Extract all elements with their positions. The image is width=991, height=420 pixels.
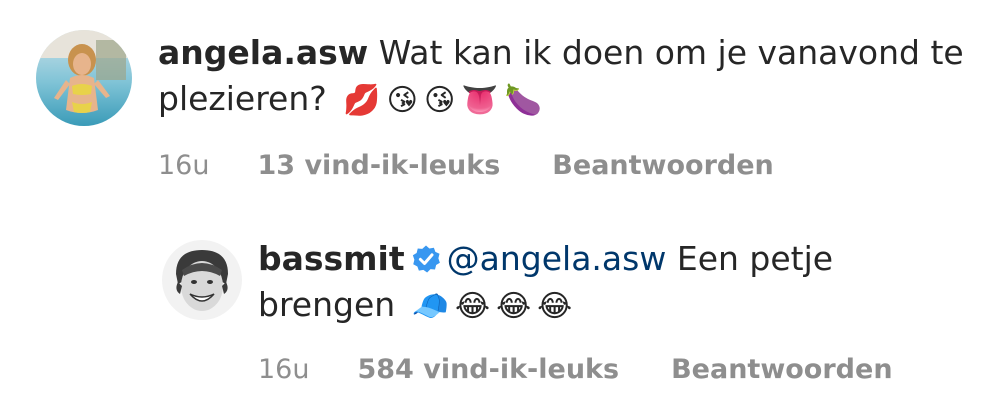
avatar[interactable] <box>36 30 132 126</box>
face-blowing-kiss-icon: 😘 <box>386 83 418 118</box>
face-blowing-kiss-icon: 😘 <box>423 83 456 118</box>
face-with-tears-of-joy-icon: 😂 <box>496 289 532 324</box>
comment-text: bassmit @angela.asw Een petje brengen 🧢 😂… <box>258 236 977 330</box>
comment-meta: 16u 13 vind-ik-leuks Beantwoorden <box>158 150 976 181</box>
reply-button[interactable]: Beantwoorden <box>671 354 892 385</box>
likes-count[interactable]: 13 vind-ik-leuks <box>257 150 500 181</box>
reply-comment-item: bassmit @angela.asw Een petje brengen 🧢 😂… <box>162 236 977 385</box>
profile-photo-icon <box>162 240 242 320</box>
eggplant-icon: 🍆 <box>504 83 542 118</box>
comment-meta: 16u 584 vind-ik-leuks Beantwoorden <box>258 354 977 385</box>
reply-button[interactable]: Beantwoorden <box>552 150 773 181</box>
comment-username[interactable]: bassmit <box>258 239 405 278</box>
face-with-tears-of-joy-icon: 😂 <box>455 289 491 324</box>
billed-cap-icon: 🧢 <box>411 289 450 324</box>
comment-text: angela.asw Wat kan ik doen om je vanavon… <box>158 30 976 124</box>
comment-item: angela.asw Wat kan ik doen om je vanavon… <box>36 30 976 181</box>
tongue-icon: 👅 <box>461 83 499 118</box>
verified-badge-icon <box>412 245 440 273</box>
avatar[interactable] <box>162 240 242 320</box>
kiss-mark-icon: 💋 <box>343 83 381 118</box>
likes-count[interactable]: 584 vind-ik-leuks <box>357 354 619 385</box>
face-with-tears-of-joy-icon: 😂 <box>537 289 573 324</box>
comment-timestamp: 16u <box>258 354 310 385</box>
comment-username[interactable]: angela.asw <box>158 33 368 72</box>
profile-photo-icon <box>36 30 132 126</box>
mention-link[interactable]: @angela.asw <box>447 239 667 278</box>
comment-timestamp: 16u <box>158 150 210 181</box>
